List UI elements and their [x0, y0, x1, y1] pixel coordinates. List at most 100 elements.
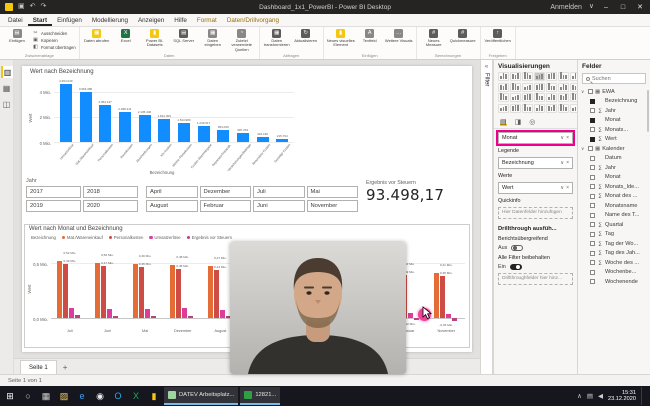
- column[interactable]: [57, 261, 62, 318]
- field-row-quartal[interactable]: ∑Quartal: [581, 220, 647, 230]
- task-view-icon[interactable]: ▦: [38, 387, 54, 405]
- bar[interactable]: [198, 126, 210, 142]
- file-explorer-icon[interactable]: ▨: [56, 387, 72, 405]
- ribbon-tab-hilfe[interactable]: Hilfe: [169, 14, 192, 26]
- column[interactable]: [63, 264, 68, 318]
- field-row-tag-des-jah[interactable]: ∑Tag des Jah...: [581, 249, 647, 259]
- slicer-item-juli[interactable]: Juli: [253, 186, 305, 198]
- ribbon-button-neues-visuelles-element[interactable]: ▮Neues visuelles Element: [327, 28, 355, 48]
- column[interactable]: [220, 310, 225, 318]
- remove-field-icon[interactable]: ×: [566, 160, 569, 166]
- shape-map-icon[interactable]: [570, 93, 577, 102]
- field-row-woche-des[interactable]: ∑Woche des ...: [581, 258, 647, 268]
- bar[interactable]: [99, 105, 111, 142]
- column[interactable]: [452, 318, 457, 321]
- clustered-bar-chart-icon[interactable]: [522, 72, 533, 81]
- slicer-icon[interactable]: [546, 104, 557, 113]
- column[interactable]: [133, 264, 138, 318]
- field-row-tag[interactable]: ∑Tag: [581, 230, 647, 240]
- stacked-area-chart-icon[interactable]: [510, 83, 521, 92]
- ribbon-tab-format[interactable]: Format: [192, 14, 222, 26]
- power-bi-icon[interactable]: ▮: [146, 387, 162, 405]
- field-row-bezeichnung[interactable]: Bezeichnung: [581, 97, 647, 107]
- minimize-button[interactable]: –: [601, 4, 611, 11]
- ribbon-button-daten-eingeben[interactable]: ▦Daten eingeben: [199, 28, 227, 48]
- matrix-icon[interactable]: [570, 104, 577, 113]
- slicer-item-dezember[interactable]: Dezember: [200, 186, 252, 198]
- bar[interactable]: [60, 84, 72, 142]
- slicer-item-april[interactable]: April: [146, 186, 198, 198]
- column[interactable]: [107, 309, 112, 318]
- multi-row-card-icon[interactable]: [522, 104, 533, 113]
- ribbon-button-daten-abrufen[interactable]: ▦Daten abrufen: [83, 28, 111, 43]
- column[interactable]: [139, 267, 144, 318]
- field-checkbox[interactable]: [590, 127, 595, 132]
- column[interactable]: [170, 265, 175, 318]
- column[interactable]: [408, 313, 413, 319]
- map-icon[interactable]: [546, 93, 557, 102]
- field-row-tag-der-wo[interactable]: ∑Tag der Wo...: [581, 239, 647, 249]
- toggle-berichtsübergreifend[interactable]: [511, 245, 523, 251]
- expand-pane-icon[interactable]: «: [485, 64, 488, 70]
- table-checkbox[interactable]: [588, 146, 593, 151]
- ribbon-tab-datei[interactable]: Datei: [3, 14, 28, 26]
- undo-icon[interactable]: ↶: [30, 0, 36, 14]
- ribbon-button-quickmeasure[interactable]: #Quickmeasure: [449, 28, 477, 43]
- slicer-item-mai[interactable]: Mai: [307, 186, 359, 198]
- scatter-chart-icon[interactable]: [498, 93, 509, 102]
- ribbon-tab-modellierung[interactable]: Modellierung: [87, 14, 133, 26]
- field-checkbox[interactable]: [590, 165, 595, 170]
- field-checkbox[interactable]: [590, 99, 595, 104]
- field-row-monatsname[interactable]: Monatsname: [581, 201, 647, 211]
- slicer-item-august[interactable]: August: [146, 200, 198, 212]
- remove-field-icon[interactable]: ×: [566, 135, 569, 141]
- close-button[interactable]: ✕: [635, 3, 645, 11]
- slicer-item-2020[interactable]: 2020: [83, 200, 138, 212]
- field-checkbox[interactable]: [590, 118, 595, 123]
- column[interactable]: [176, 269, 181, 319]
- column[interactable]: [446, 314, 451, 318]
- field-row-monat[interactable]: Monat: [581, 116, 647, 126]
- stacked-bar-chart-icon[interactable]: [498, 72, 509, 81]
- bar[interactable]: [217, 130, 229, 142]
- column[interactable]: [188, 316, 193, 318]
- ribbon-button-sql-server[interactable]: ▤SQL Server: [170, 28, 198, 43]
- bar[interactable]: [158, 119, 170, 142]
- data-view-icon[interactable]: ▦: [1, 82, 13, 94]
- collapse-caret-icon[interactable]: ∨: [581, 146, 586, 152]
- tray-expand-icon[interactable]: ∧: [577, 392, 582, 400]
- slicer-item-november[interactable]: November: [307, 200, 359, 212]
- ribbon-button-daten-transformieren[interactable]: ▦Daten transformieren: [263, 28, 291, 48]
- page-tab-seite-1[interactable]: Seite 1: [20, 360, 57, 374]
- bar[interactable]: [119, 112, 131, 142]
- field-checkbox[interactable]: [590, 270, 595, 275]
- field-checkbox[interactable]: [590, 194, 595, 199]
- field-row-monat-des[interactable]: ∑Monat des ...: [581, 192, 647, 202]
- pie-chart-icon[interactable]: [510, 93, 521, 102]
- column[interactable]: [75, 315, 80, 318]
- column[interactable]: [95, 263, 100, 318]
- line-chart-icon[interactable]: [570, 72, 577, 81]
- field-well-monat[interactable]: Monat∨×: [498, 132, 573, 144]
- gauge-icon[interactable]: [498, 104, 509, 113]
- field-well-bezeichnung[interactable]: Bezeichnung∨×: [498, 157, 573, 169]
- column[interactable]: [208, 266, 213, 318]
- ribbon-button-zuletzt-verwendete-quellen[interactable]: ◔Zuletzt verwendete Quellen: [228, 28, 256, 52]
- field-row-jahr[interactable]: ∑Jahr: [581, 163, 647, 173]
- column[interactable]: [113, 316, 118, 318]
- bar[interactable]: [80, 92, 92, 142]
- chrome-icon[interactable]: ◉: [92, 387, 108, 405]
- edge-icon[interactable]: e: [74, 387, 90, 405]
- taskbar-button-datev-arbeitsplatz[interactable]: DATEV Arbeitsplatz...: [164, 387, 238, 405]
- bar[interactable]: [237, 133, 249, 142]
- field-checkbox[interactable]: [590, 108, 595, 113]
- ribbon-button-format-übertragen[interactable]: ◧Format übertragen: [32, 44, 76, 50]
- sign-in-button[interactable]: Anmelden: [550, 4, 582, 11]
- slicer-item-juni[interactable]: Juni: [253, 200, 305, 212]
- ribbon-button-power-bi-datasets[interactable]: ▮Power BI-Datasets: [141, 28, 169, 48]
- collapse-caret-icon[interactable]: ∨: [581, 89, 586, 95]
- field-checkbox[interactable]: [590, 222, 595, 227]
- field-row-wochenbe[interactable]: Wochenbe...: [581, 268, 647, 278]
- column[interactable]: [145, 309, 150, 318]
- fields-tab-icon[interactable]: ▤: [500, 118, 507, 126]
